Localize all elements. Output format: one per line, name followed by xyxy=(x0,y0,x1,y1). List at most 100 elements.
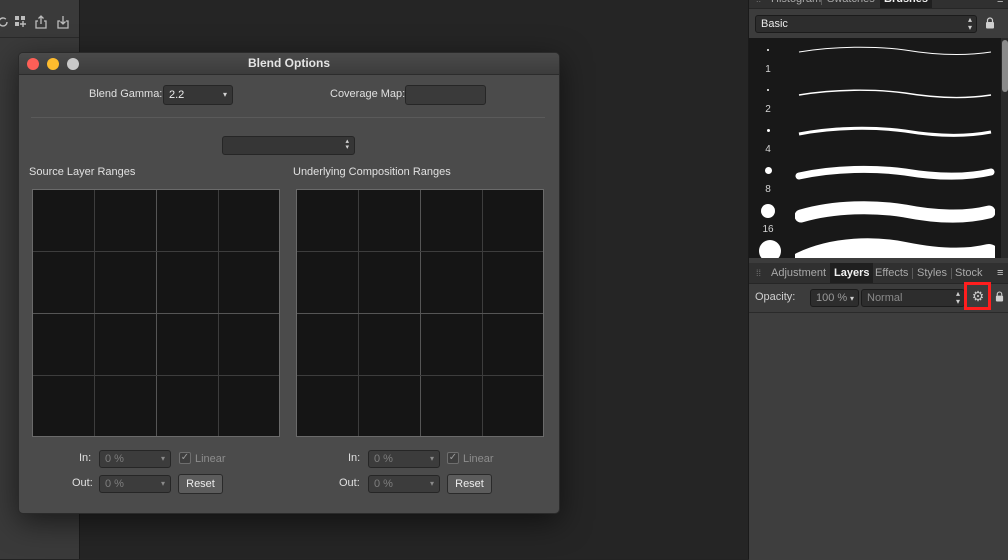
underlying-in-select[interactable]: 0 % ▾ xyxy=(368,450,440,468)
brush-tip-icon xyxy=(767,49,769,51)
updown-arrows-icon: ▴ ▾ xyxy=(967,15,972,32)
brush-stroke-preview xyxy=(798,46,992,55)
brush-stroke-preview xyxy=(795,165,995,180)
brush-item[interactable] xyxy=(749,238,1001,258)
chevron-down-icon: ▾ xyxy=(222,90,227,99)
brush-size-label: 4 xyxy=(765,144,771,155)
underlying-range-graph[interactable] xyxy=(296,189,544,437)
source-out-value: 0 % xyxy=(105,478,124,490)
brush-list: 1 2 4 8 16 xyxy=(749,38,1001,258)
studio-panel: ⁞⁞ Histogram Swatches Brushes ≡ Basic ▴▾… xyxy=(748,0,1008,560)
layers-panel-tabs: ⁞⁞ Adjustment Layers Effects Styles Stoc… xyxy=(749,263,1008,284)
rotate-icon[interactable] xyxy=(0,15,10,29)
source-out-select[interactable]: 0 % ▾ xyxy=(99,475,171,493)
brush-item[interactable]: 4 xyxy=(749,118,1001,158)
blend-gamma-value: 2.2 xyxy=(169,89,185,101)
brushes-panel-tabs: ⁞⁞ Histogram Swatches Brushes ≡ xyxy=(749,0,1008,9)
blend-options-dialog: Blend Options Blend Gamma: 2.2 ▾ Coverag… xyxy=(18,52,560,514)
brush-tip-icon xyxy=(759,240,781,258)
tab-effects[interactable]: Effects xyxy=(871,263,912,283)
underlying-out-select[interactable]: 0 % ▾ xyxy=(368,475,440,493)
brush-stroke-preview xyxy=(795,201,995,223)
grid-line xyxy=(297,251,543,252)
tab-adjustment[interactable]: Adjustment xyxy=(767,263,830,283)
tab-histogram[interactable]: Histogram xyxy=(767,0,825,8)
source-in-select[interactable]: 0 % ▾ xyxy=(99,450,171,468)
grid-line xyxy=(33,313,279,314)
brush-item[interactable]: 2 xyxy=(749,78,1001,118)
coverage-map-label: Coverage Map: xyxy=(330,88,406,100)
underlying-reset-button[interactable]: Reset xyxy=(447,474,492,494)
brush-stroke-preview xyxy=(798,126,992,137)
brush-stroke-preview xyxy=(795,238,995,258)
grid-add-icon[interactable] xyxy=(14,15,28,29)
brush-category-select[interactable]: Basic ▴ ▾ xyxy=(755,15,977,33)
chevron-down-icon: ▾ xyxy=(160,454,165,463)
panel-menu-icon[interactable]: ≡ xyxy=(997,268,1007,279)
lock-icon[interactable] xyxy=(995,291,1004,302)
tab-stock[interactable]: Stock xyxy=(951,263,987,283)
source-in-value: 0 % xyxy=(105,453,124,465)
toolbar-divider xyxy=(0,37,79,38)
grid-line xyxy=(297,375,543,376)
dialog-title: Blend Options xyxy=(248,56,330,70)
panel-grip-icon[interactable]: ⁞⁞ xyxy=(756,268,761,278)
brush-item[interactable]: 8 xyxy=(749,158,1001,198)
tab-swatches[interactable]: Swatches xyxy=(823,0,879,8)
brush-list-scrollbar[interactable] xyxy=(1001,38,1008,258)
brush-tip-icon xyxy=(761,204,775,218)
gear-icon[interactable]: ⚙ xyxy=(971,289,985,303)
underlying-in-value: 0 % xyxy=(374,453,393,465)
brush-item[interactable]: 1 xyxy=(749,38,1001,78)
scrollbar-thumb[interactable] xyxy=(1002,40,1008,92)
source-linear-checkbox[interactable]: ✓ xyxy=(179,452,191,464)
source-range-graph[interactable] xyxy=(32,189,280,437)
brush-size-label: 1 xyxy=(765,64,771,75)
share-icon[interactable] xyxy=(34,15,48,29)
underlying-out-label: Out: xyxy=(339,477,360,489)
blend-gamma-label: Blend Gamma: xyxy=(89,88,163,100)
source-in-label: In: xyxy=(79,452,92,464)
updown-arrows-icon: ▴ ▾ xyxy=(955,289,960,306)
panel-grip-icon[interactable]: ⁞⁞ xyxy=(756,0,761,4)
underlying-ranges-title: Underlying Composition Ranges xyxy=(293,166,451,178)
brush-tip-icon xyxy=(765,167,772,174)
brush-stroke-preview xyxy=(798,89,992,99)
layers-list[interactable] xyxy=(749,312,1008,560)
chevron-down-icon: ▾ xyxy=(160,479,165,488)
chevron-down-icon: ▾ xyxy=(429,454,434,463)
blend-mode-value: Normal xyxy=(867,292,903,304)
tab-styles[interactable]: Styles xyxy=(913,263,951,283)
source-ranges-title: Source Layer Ranges xyxy=(29,166,136,178)
dialog-titlebar[interactable]: Blend Options xyxy=(19,53,559,75)
brush-size-label: 2 xyxy=(765,104,771,115)
blend-mode-select[interactable]: Normal ▴ ▾ xyxy=(861,289,965,307)
source-out-label: Out: xyxy=(72,477,93,489)
export-icon[interactable] xyxy=(56,15,70,29)
brush-item[interactable]: 16 xyxy=(749,198,1001,238)
source-reset-button[interactable]: Reset xyxy=(178,474,223,494)
underlying-linear-checkbox[interactable]: ✓ xyxy=(447,452,459,464)
lock-icon[interactable] xyxy=(985,17,995,29)
grid-line xyxy=(297,313,543,314)
grid-line xyxy=(33,375,279,376)
tab-brushes[interactable]: Brushes xyxy=(880,0,933,8)
brush-size-label: 16 xyxy=(762,224,774,235)
tab-layers[interactable]: Layers xyxy=(830,263,874,283)
underlying-linear-label: Linear xyxy=(463,453,494,465)
opacity-field[interactable]: 100 % ▾ xyxy=(810,289,859,307)
coverage-map-preview[interactable] xyxy=(405,85,486,105)
brush-tip-icon xyxy=(767,89,769,91)
dialog-divider xyxy=(31,117,545,118)
updown-arrows-icon: ▴ ▾ xyxy=(345,138,349,151)
channel-select[interactable]: ▴ ▾ xyxy=(222,136,355,155)
panel-menu-icon[interactable]: ≡ xyxy=(997,0,1007,6)
grid-line xyxy=(33,251,279,252)
underlying-out-value: 0 % xyxy=(374,478,393,490)
blend-gamma-select[interactable]: 2.2 ▾ xyxy=(163,85,233,105)
brush-size-label: 8 xyxy=(765,184,771,195)
chevron-down-icon: ▾ xyxy=(429,479,434,488)
underlying-in-label: In: xyxy=(348,452,361,464)
tab-separator xyxy=(821,0,822,5)
brush-category-value: Basic xyxy=(761,18,788,30)
